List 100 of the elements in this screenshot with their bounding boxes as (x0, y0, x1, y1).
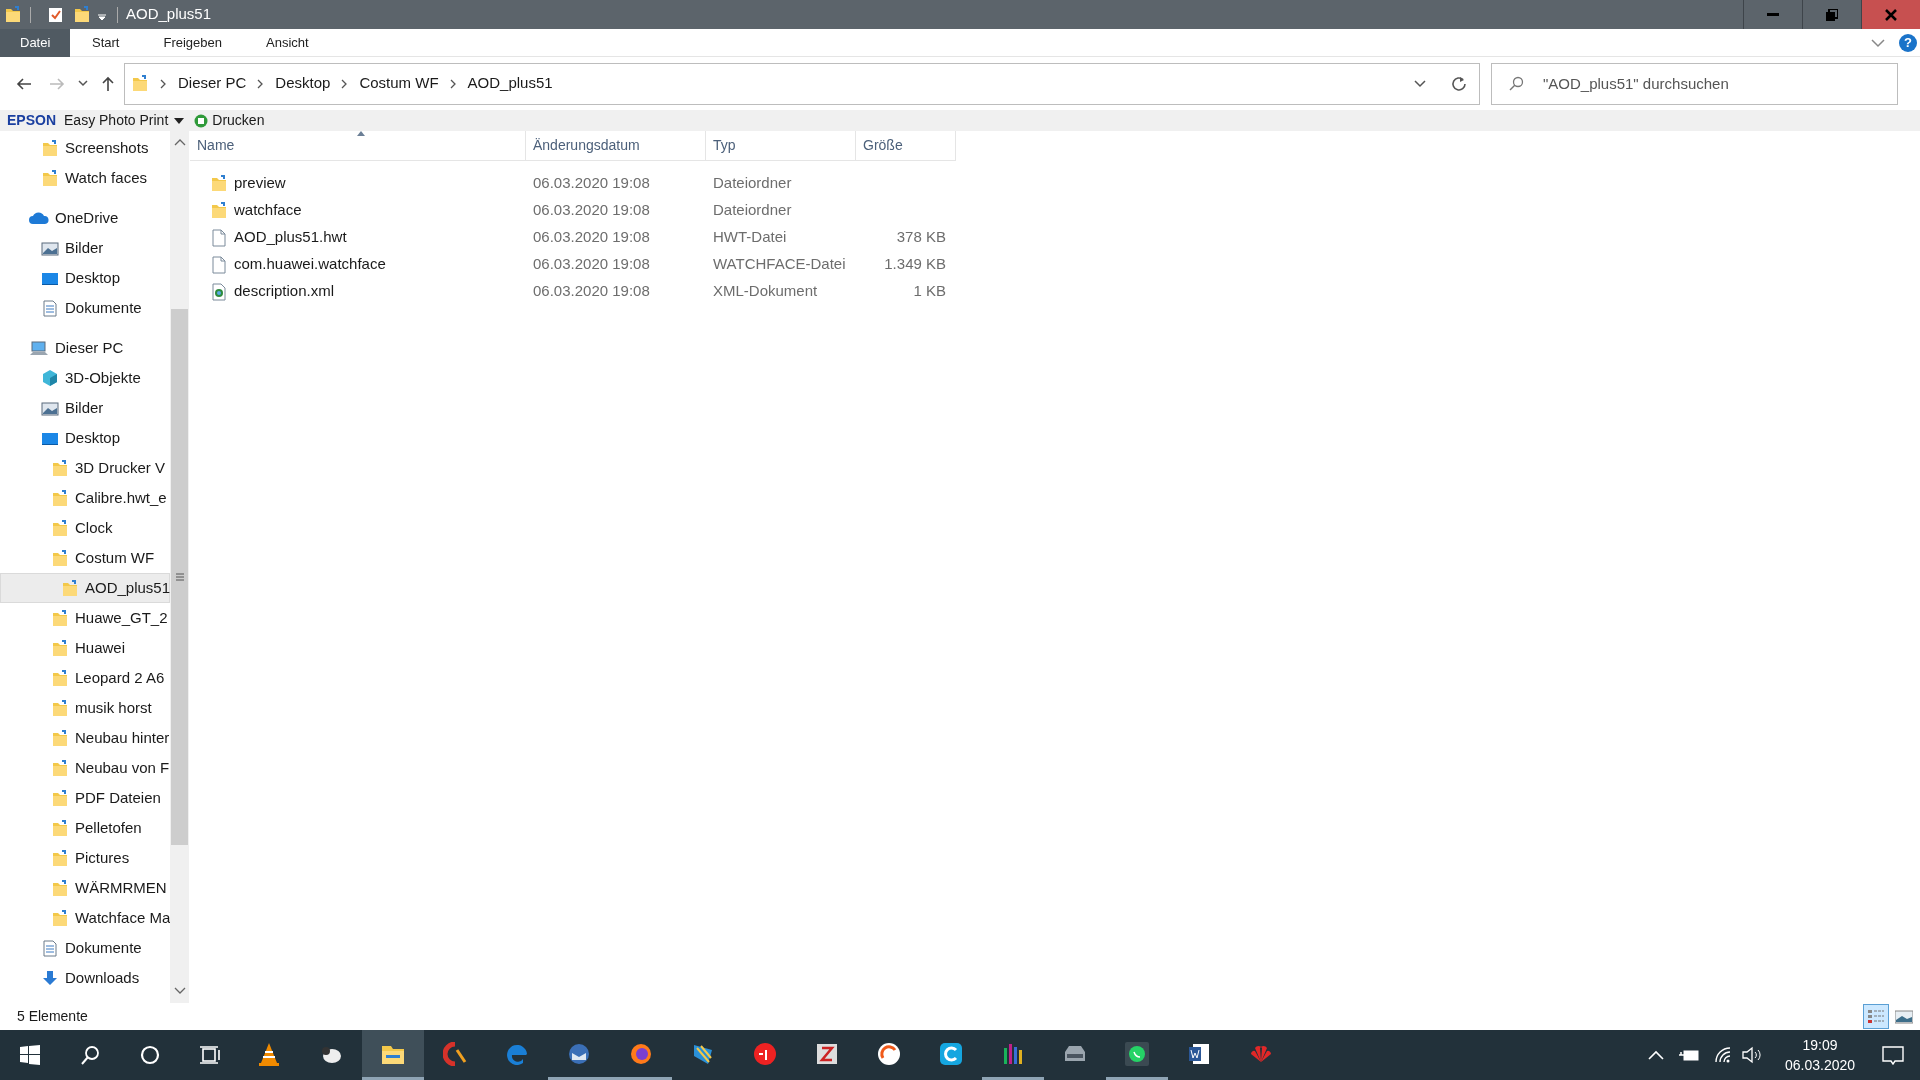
pictures-icon (41, 239, 59, 257)
sidebar-item[interactable]: Desktop (0, 263, 170, 293)
folder-icon (51, 669, 69, 687)
breadcrumb-item[interactable]: Desktop (275, 72, 331, 95)
new-folder-icon[interactable] (73, 6, 91, 23)
address-bar[interactable]: Dieser PC Desktop Costum WF AOD_plus51 (124, 62, 1480, 105)
details-view-button[interactable] (1863, 1004, 1889, 1029)
chevron-up-icon[interactable] (1648, 1050, 1664, 1060)
file-name[interactable]: description.xml (234, 280, 335, 303)
search-icon (1508, 75, 1524, 92)
cone-icon (257, 1041, 281, 1066)
close-icon (1885, 8, 1897, 21)
sidebar-item[interactable]: 3D-Objekte (0, 363, 170, 393)
sidebar-item[interactable]: Desktop (0, 423, 170, 453)
sidebar-item[interactable]: Watchface Ma (0, 903, 170, 933)
sidebar-item[interactable]: PDF Dateien (0, 783, 170, 813)
up-arrow-icon[interactable] (101, 75, 115, 92)
sidebar-item[interactable]: OneDrive (0, 203, 170, 233)
column-header[interactable]: Änderungsdatum (526, 131, 706, 161)
notification-icon[interactable] (1882, 1045, 1904, 1065)
file-name[interactable]: preview (234, 172, 286, 195)
scroll-up-icon[interactable] (173, 139, 186, 147)
sidebar-item[interactable]: AOD_plus51 (0, 573, 170, 603)
breadcrumb-item[interactable]: Dieser PC (178, 72, 247, 95)
chevron-icon[interactable] (160, 78, 167, 89)
sidebar-item[interactable]: Pelletofen (0, 813, 170, 843)
back-arrow-icon[interactable] (15, 75, 33, 92)
bird-mail-icon (567, 1041, 591, 1066)
sidebar-item[interactable]: Neubau von F (0, 753, 170, 783)
recent-dropdown-icon[interactable] (78, 80, 88, 87)
grip-icon (175, 573, 184, 581)
properties-icon[interactable] (47, 5, 65, 24)
windows-start-icon[interactable] (20, 1045, 40, 1065)
file-name[interactable]: watchface (234, 199, 302, 222)
file-name[interactable]: com.huawei.watchface (234, 253, 386, 276)
scroll-thumb[interactable] (171, 309, 188, 845)
window-title: AOD_plus51 (126, 4, 212, 25)
scroll-down-icon[interactable] (173, 987, 186, 995)
sidebar-item[interactable]: Bilder (0, 233, 170, 263)
wifi-icon[interactable] (1714, 1046, 1732, 1064)
expand-ribbon-icon[interactable] (1871, 37, 1885, 48)
sidebar-item[interactable]: Leopard 2 A6 (0, 663, 170, 693)
column-header[interactable]: Größe (856, 131, 956, 161)
chevron-icon[interactable] (341, 78, 349, 89)
dropdown-icon[interactable] (1414, 79, 1426, 88)
sidebar-item[interactable]: Pictures (0, 843, 170, 873)
folder-icon (51, 519, 69, 537)
p-logo-icon (753, 1041, 777, 1066)
search-field[interactable]: "AOD_plus51" durchsuchen (1491, 62, 1898, 105)
size-cell: 1.349 KB (884, 255, 946, 273)
breadcrumb-item[interactable]: AOD_plus51 (467, 72, 553, 95)
sidebar-item[interactable]: 3D Drucker V (0, 453, 170, 483)
sidebar-item[interactable]: Dokumente (0, 933, 170, 963)
column-header[interactable]: Name (190, 131, 526, 161)
breadcrumb-item[interactable]: Costum WF (359, 72, 439, 95)
sidebar-item[interactable]: Downloads (0, 963, 170, 993)
battery-icon[interactable] (1678, 1048, 1700, 1062)
sidebar-item[interactable]: Dieser PC (0, 333, 170, 363)
task-view-icon[interactable] (200, 1045, 220, 1065)
chevron-icon[interactable] (449, 78, 457, 89)
file-name[interactable]: AOD_plus51.hwt (234, 226, 347, 249)
folder-icon (51, 459, 69, 477)
ribbon-tab[interactable]: Start (70, 28, 142, 57)
folder-icon (51, 759, 69, 777)
taskbar-app-button[interactable] (362, 1030, 424, 1080)
folder-icon (61, 579, 79, 597)
file-icon (210, 228, 228, 247)
sidebar-item[interactable]: musik horst (0, 693, 170, 723)
sidebar-item[interactable]: Screenshots (0, 133, 170, 163)
sidebar-item[interactable]: Neubau hinter (0, 723, 170, 753)
circle-icon[interactable] (140, 1045, 160, 1065)
sidebar-item[interactable]: WÄRMRMEN (0, 873, 170, 903)
print-button[interactable]: Drucken (194, 110, 265, 131)
sidebar-item[interactable]: Bilder (0, 393, 170, 423)
help-button[interactable]: ? (1899, 33, 1917, 52)
column-header[interactable]: Typ (706, 131, 856, 161)
date-cell-text: 06.03.2020 19:08 (532, 173, 651, 194)
folder-icon (51, 639, 69, 657)
ribbon-tab[interactable]: Freigeben (141, 28, 244, 57)
sidebar-item[interactable]: Watch faces (0, 163, 170, 193)
printer-icon (194, 113, 209, 128)
app-dropdown[interactable]: Easy Photo Print (64, 110, 185, 131)
sidebar-item[interactable]: Calibre.hwt_e (0, 483, 170, 513)
sidebar-item[interactable]: Clock (0, 513, 170, 543)
sidebar-item[interactable]: Huawei (0, 633, 170, 663)
scroll-bar[interactable] (170, 131, 189, 1003)
clock[interactable]: 19:09 06.03.2020 (1780, 1035, 1860, 1075)
refresh-icon[interactable] (1451, 75, 1467, 92)
sidebar-item[interactable]: Huawe_GT_2 (0, 603, 170, 633)
broom-icon (443, 1041, 467, 1066)
ribbon-tab[interactable]: Datei (0, 28, 70, 57)
search-icon[interactable] (80, 1045, 100, 1065)
volume-icon[interactable] (1742, 1046, 1762, 1064)
sidebar-item[interactable]: Dokumente (0, 293, 170, 323)
sidebar-item[interactable]: Costum WF (0, 543, 170, 573)
ribbon-tab[interactable]: Ansicht (244, 28, 331, 57)
c-logo-icon (939, 1041, 963, 1066)
bars-icon (1001, 1041, 1025, 1066)
close-button[interactable] (1861, 0, 1920, 29)
chevron-icon[interactable] (257, 78, 265, 89)
